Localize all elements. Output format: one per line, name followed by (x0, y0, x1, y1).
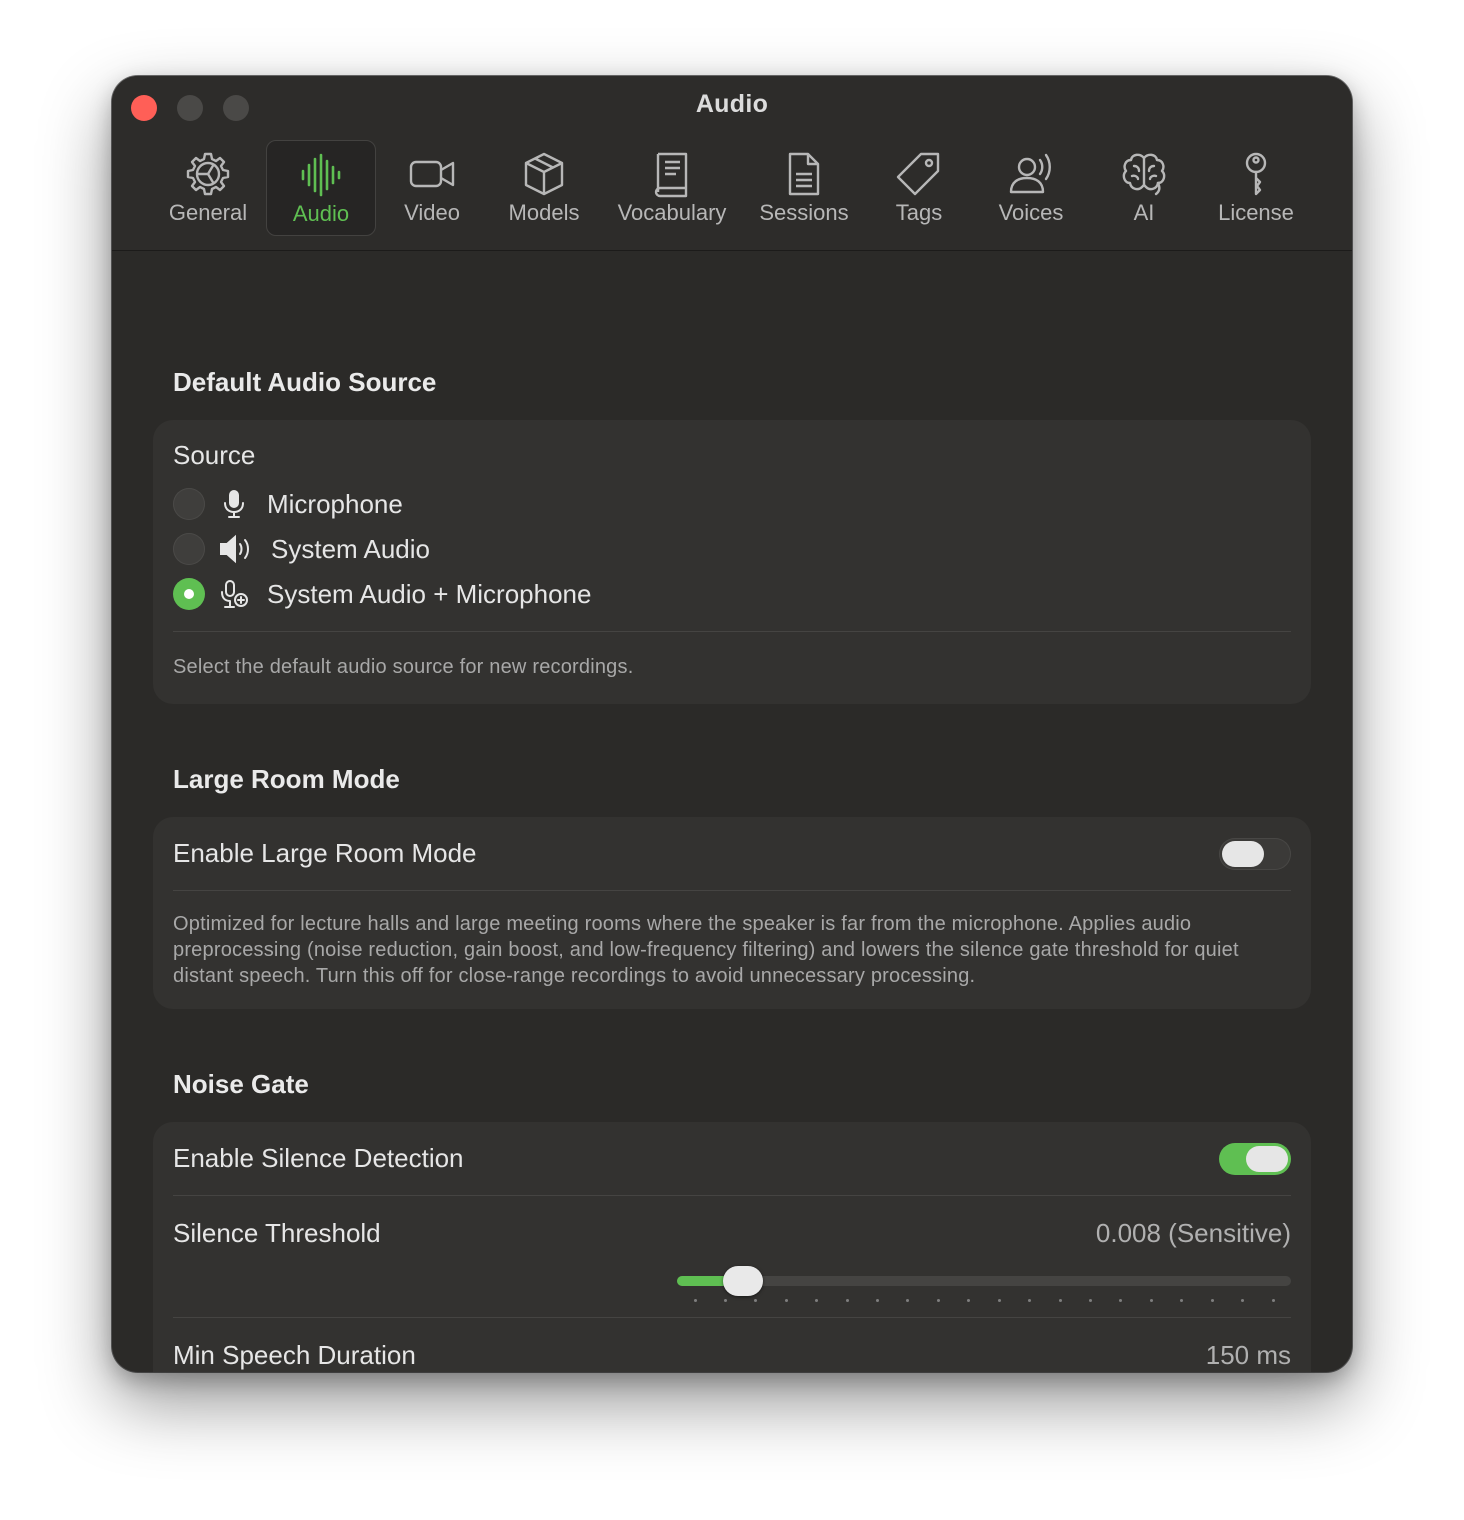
tab-general[interactable]: General (148, 140, 268, 236)
source-label: Source (173, 440, 256, 470)
slider-tick (1241, 1299, 1245, 1302)
tab-tags-label: Tags (895, 200, 943, 225)
slider-tick (845, 1299, 849, 1302)
slider-thumb[interactable] (722, 1266, 763, 1296)
radio-microphone[interactable] (173, 488, 205, 520)
default-audio-source-card: Source Microphone System Audio System Au… (153, 420, 1311, 704)
enable-large-room-mode-label: Enable Large Room Mode (173, 838, 477, 868)
silence-threshold-slider[interactable] (677, 1263, 1291, 1303)
silence-detection-toggle[interactable] (1219, 1143, 1291, 1175)
video-camera-icon (409, 160, 455, 188)
divider (173, 1317, 1291, 1318)
silence-threshold-label: Silence Threshold (173, 1218, 381, 1248)
noise-gate-title: Noise Gate (173, 1069, 309, 1099)
slider-tick (1088, 1299, 1092, 1302)
tab-voices-label: Voices (998, 200, 1064, 225)
noise-gate-card: Enable Silence Detection Silence Thresho… (153, 1122, 1311, 1372)
divider (173, 890, 1291, 891)
source-option-system-audio-microphone[interactable]: System Audio + Microphone (173, 576, 591, 612)
slider-tick (1119, 1299, 1123, 1302)
slider-tick (906, 1299, 910, 1302)
tab-models-label: Models (508, 200, 580, 225)
slider-tick (876, 1299, 880, 1302)
radio-system-audio[interactable] (173, 533, 205, 565)
large-room-mode-toggle[interactable] (1219, 838, 1291, 870)
slider-tick (997, 1299, 1001, 1302)
large-room-mode-title: Large Room Mode (173, 764, 400, 794)
slider-tick (1271, 1299, 1275, 1302)
person-speaking-icon (1009, 153, 1051, 194)
tab-audio[interactable]: Audio (266, 140, 376, 236)
microphone-plus-icon (221, 580, 248, 608)
default-audio-source-caption: Select the default audio source for new … (173, 656, 634, 678)
toolbar: Audio General Audio Video Models Vocabul… (112, 76, 1352, 251)
slider-tick (754, 1299, 758, 1302)
divider (173, 1195, 1291, 1196)
default-audio-source-title: Default Audio Source (173, 367, 437, 397)
system-audio-microphone-label: System Audio + Microphone (267, 578, 592, 609)
tab-ai-label: AI (1133, 200, 1155, 225)
silence-threshold-value: 0.008 (Sensitive) (1095, 1218, 1291, 1248)
divider (173, 631, 1291, 632)
brain-icon (1122, 153, 1166, 196)
preferences-window: Audio General Audio Video Models Vocabul… (112, 76, 1352, 1372)
slider-tick (936, 1299, 940, 1302)
tab-voices[interactable]: Voices (971, 140, 1091, 236)
tab-general-label: General (168, 200, 248, 225)
large-room-mode-card: Enable Large Room Mode Optimized for lec… (153, 817, 1311, 1009)
tab-vocabulary[interactable]: Vocabulary (612, 140, 732, 236)
slider-tick (784, 1299, 788, 1302)
speaker-icon (220, 534, 249, 564)
slider-tick (1149, 1299, 1153, 1302)
audio-settings-content: Default Audio Source Source Microphone S… (112, 251, 1352, 1372)
tab-ai[interactable]: AI (1084, 140, 1204, 236)
system-audio-label: System Audio (271, 533, 430, 564)
slider-tick (723, 1299, 727, 1302)
tab-sessions[interactable]: Sessions (744, 140, 864, 236)
slider-tick (693, 1299, 697, 1302)
enable-silence-detection-label: Enable Silence Detection (173, 1143, 464, 1173)
gear-icon (186, 152, 230, 196)
tag-icon (896, 152, 940, 196)
tab-models[interactable]: Models (484, 140, 604, 236)
microphone-icon (224, 490, 244, 518)
tab-vocabulary-label: Vocabulary (617, 200, 727, 225)
tab-license-label: License (1218, 200, 1294, 225)
slider-tick (1028, 1299, 1032, 1302)
slider-tick (1180, 1299, 1184, 1302)
cube-icon (524, 152, 564, 196)
book-icon (654, 152, 688, 198)
tab-sessions-label: Sessions (759, 200, 849, 225)
radio-system-audio-microphone[interactable] (173, 578, 205, 610)
slider-tick (815, 1299, 819, 1302)
large-room-mode-caption: Optimized for lecture halls and large me… (173, 913, 1239, 987)
window-title: Audio (695, 90, 769, 118)
key-icon (1245, 152, 1267, 196)
tab-tags[interactable]: Tags (859, 140, 979, 236)
min-speech-duration-value: 150 ms (1205, 1340, 1291, 1370)
source-option-system-audio[interactable]: System Audio (173, 531, 430, 567)
microphone-label: Microphone (267, 488, 403, 519)
slider-tick (967, 1299, 971, 1302)
tab-audio-label: Audio (292, 201, 350, 226)
document-icon (788, 152, 820, 196)
tab-license[interactable]: License (1196, 140, 1316, 236)
slider-tick (1058, 1299, 1062, 1302)
slider-tick (1210, 1299, 1214, 1302)
source-option-microphone[interactable]: Microphone (173, 486, 403, 522)
min-speech-duration-label: Min Speech Duration (173, 1340, 416, 1370)
waveform-icon (301, 153, 341, 197)
tab-video[interactable]: Video (372, 140, 492, 236)
tab-video-label: Video (404, 200, 460, 225)
